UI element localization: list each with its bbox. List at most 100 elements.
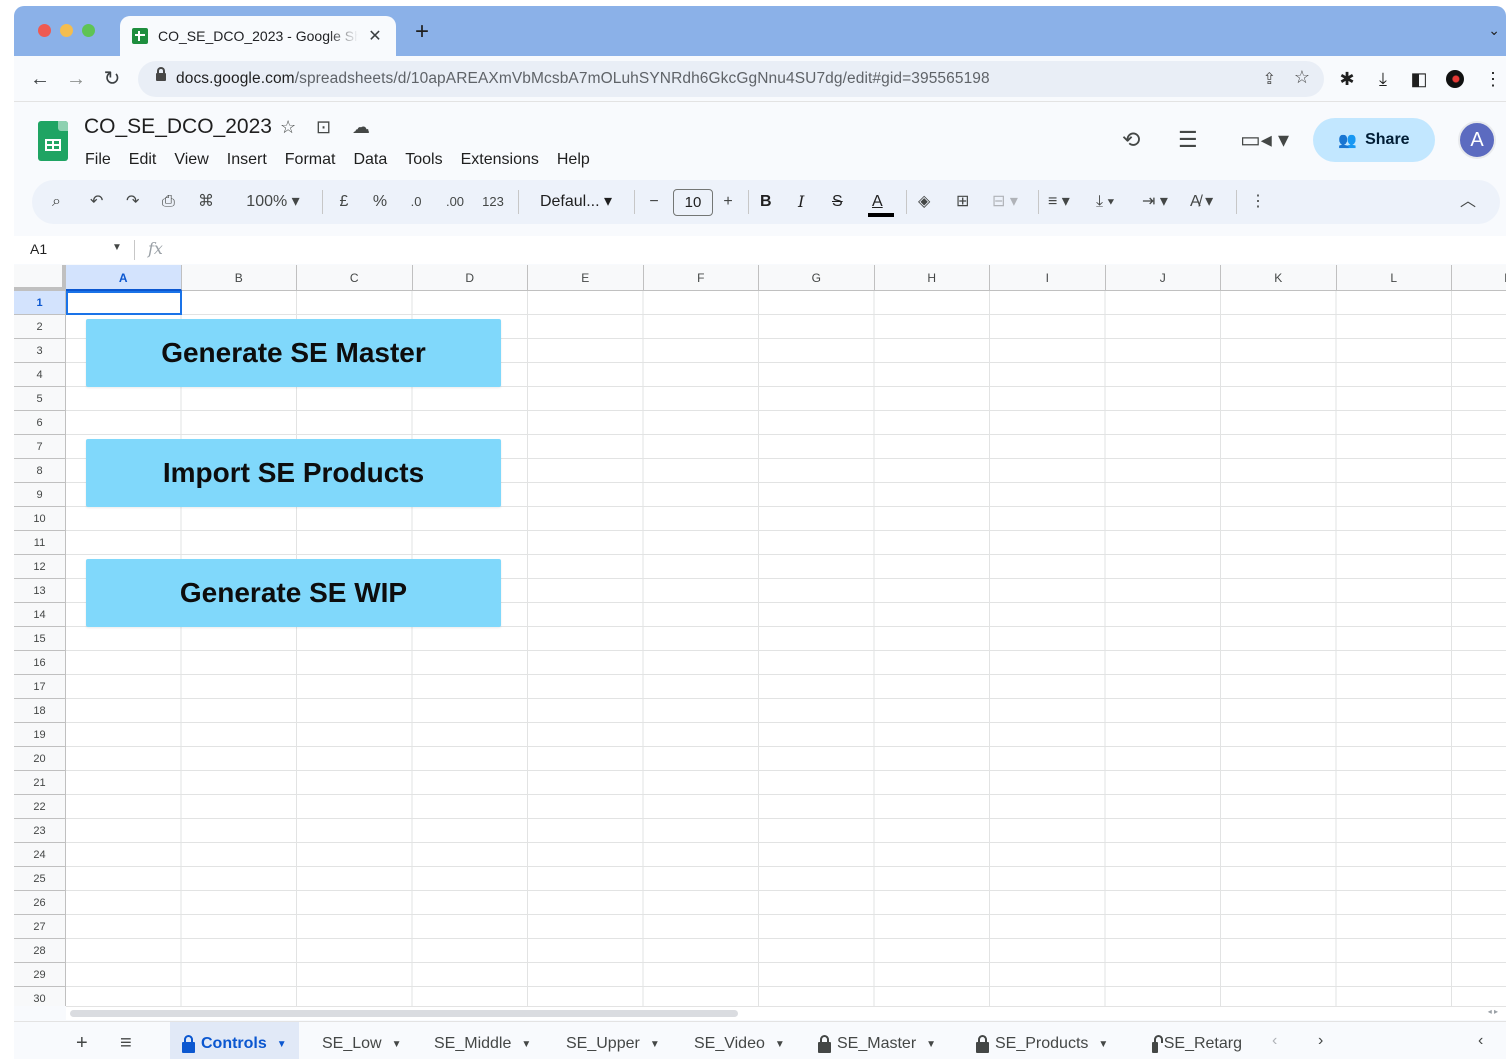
new-tab-button[interactable]: +	[410, 20, 434, 44]
row-header[interactable]: 3	[14, 339, 65, 363]
menu-view[interactable]: View	[165, 149, 217, 171]
redo-icon[interactable]: ↷	[126, 192, 139, 212]
row-header[interactable]: 26	[14, 891, 65, 915]
row-header[interactable]: 29	[14, 963, 65, 987]
menu-edit[interactable]: Edit	[120, 149, 166, 171]
bold-icon[interactable]: B	[760, 192, 772, 212]
menu-help[interactable]: Help	[548, 149, 599, 171]
profile-icon[interactable]	[1446, 70, 1464, 88]
row-header[interactable]: 18	[14, 699, 65, 723]
account-avatar[interactable]: A	[1458, 121, 1496, 159]
row-header[interactable]: 5	[14, 387, 65, 411]
search-icon[interactable]: ⌕	[52, 192, 61, 212]
row-header[interactable]: 11	[14, 531, 65, 555]
menu-tools[interactable]: Tools	[396, 149, 451, 171]
cloud-status-icon[interactable]: ☁	[352, 117, 370, 138]
comments-icon[interactable]: ☰	[1178, 127, 1198, 153]
borders-icon[interactable]: ⊞	[956, 192, 969, 212]
row-header[interactable]: 7	[14, 435, 65, 459]
sheet-tab-se-products[interactable]: SE_Products ▼	[964, 1022, 1120, 1059]
column-header[interactable]: G	[759, 265, 875, 291]
row-header[interactable]: 25	[14, 867, 65, 891]
bookmark-star-icon[interactable]: ☆	[1294, 67, 1310, 88]
sheet-tab-controls[interactable]: Controls ▼	[170, 1022, 299, 1059]
reload-icon[interactable]: ↻	[100, 67, 124, 91]
menu-format[interactable]: Format	[276, 149, 345, 171]
maximize-window-button[interactable]	[82, 24, 95, 37]
sheet-menu-caret-icon[interactable]: ▼	[392, 1039, 402, 1050]
row-header[interactable]: 1	[14, 291, 65, 315]
column-header[interactable]: L	[1337, 265, 1452, 291]
collapse-toolbar-icon[interactable]: ︿	[1460, 192, 1476, 212]
sheet-menu-caret-icon[interactable]: ▼	[775, 1039, 785, 1050]
side-panel-icon[interactable]: ◧	[1408, 68, 1430, 90]
browser-menu-icon[interactable]: ⋮	[1482, 68, 1504, 90]
row-header[interactable]: 16	[14, 651, 65, 675]
row-header[interactable]: 14	[14, 603, 65, 627]
column-header[interactable]: B	[182, 265, 297, 291]
horizontal-scrollbar[interactable]: ◂ ▸	[66, 1006, 1506, 1020]
back-arrow-icon[interactable]: ←	[28, 67, 52, 91]
row-header[interactable]: 28	[14, 939, 65, 963]
menu-insert[interactable]: Insert	[218, 149, 276, 171]
row-header[interactable]: 12	[14, 555, 65, 579]
sheet-tab-se-middle[interactable]: SE_Middle ▼	[422, 1022, 543, 1059]
fill-color-icon[interactable]: ◈	[918, 192, 930, 212]
row-header[interactable]: 8	[14, 459, 65, 483]
meet-camera-icon[interactable]: ▭◂ ▾	[1240, 127, 1289, 153]
column-header[interactable]: D	[413, 265, 528, 291]
row-header[interactable]: 13	[14, 579, 65, 603]
select-all-corner[interactable]	[14, 265, 66, 291]
row-header[interactable]: 4	[14, 363, 65, 387]
column-header[interactable]: I	[990, 265, 1106, 291]
row-header[interactable]: 22	[14, 795, 65, 819]
strikethrough-icon[interactable]: S	[832, 192, 843, 212]
currency-format-button[interactable]: £	[334, 192, 354, 212]
address-bar[interactable]: docs.google.com/spreadsheets/d/10apAREAX…	[138, 61, 1324, 97]
text-wrapping-icon[interactable]: ⇥ ▾	[1142, 192, 1168, 212]
menu-extensions[interactable]: Extensions	[452, 149, 548, 171]
decrease-font-size-icon[interactable]: −	[644, 192, 664, 212]
star-icon[interactable]: ☆	[280, 117, 296, 138]
print-icon[interactable]: ⎙	[162, 192, 175, 212]
minimize-window-button[interactable]	[60, 24, 73, 37]
row-header[interactable]: 27	[14, 915, 65, 939]
sheet-menu-caret-icon[interactable]: ▼	[1098, 1039, 1108, 1050]
add-sheet-icon[interactable]: +	[76, 1032, 88, 1055]
italic-icon[interactable]: I	[798, 192, 804, 212]
move-folder-icon[interactable]: ⊡	[316, 117, 331, 138]
column-header[interactable]: J	[1106, 265, 1221, 291]
close-tab-icon[interactable]: ✕	[366, 26, 384, 46]
close-window-button[interactable]	[38, 24, 51, 37]
column-header[interactable]: H	[875, 265, 990, 291]
number-format-button[interactable]: 123	[478, 192, 508, 212]
increase-decimal-button[interactable]: .00	[440, 192, 470, 212]
sheet-menu-caret-icon[interactable]: ▼	[926, 1039, 936, 1050]
explore-collapse-icon[interactable]: ‹	[1478, 1032, 1483, 1050]
text-color-icon[interactable]: A	[872, 192, 883, 212]
text-rotation-icon[interactable]: A̸ ▾	[1190, 192, 1213, 212]
row-header[interactable]: 10	[14, 507, 65, 531]
column-header[interactable]: F	[644, 265, 759, 291]
all-sheets-icon[interactable]: ≡	[120, 1032, 132, 1055]
row-header[interactable]: 24	[14, 843, 65, 867]
row-header[interactable]: 9	[14, 483, 65, 507]
scroll-tabs-right-icon[interactable]: ›	[1318, 1032, 1323, 1050]
sheets-logo-icon[interactable]	[38, 121, 68, 161]
generate-se-master-button[interactable]: Generate SE Master	[86, 319, 501, 387]
lock-icon[interactable]	[156, 67, 166, 81]
url-text[interactable]: docs.google.com/spreadsheets/d/10apAREAX…	[176, 70, 990, 88]
share-button[interactable]: 👥 Share	[1313, 118, 1435, 162]
font-size-input[interactable]: 10	[673, 189, 713, 216]
selected-cell-outline[interactable]	[66, 291, 182, 315]
name-box-dropdown-icon[interactable]: ▼	[112, 242, 122, 253]
sheet-menu-caret-icon[interactable]: ▼	[277, 1039, 287, 1050]
share-page-icon[interactable]: ⇪	[1263, 69, 1276, 89]
row-header[interactable]: 19	[14, 723, 65, 747]
row-header[interactable]: 21	[14, 771, 65, 795]
row-header[interactable]: 2	[14, 315, 65, 339]
version-history-icon[interactable]: ⟲	[1122, 127, 1140, 153]
column-header[interactable]: E	[528, 265, 644, 291]
row-header[interactable]: 30	[14, 987, 65, 1006]
sheet-tab-se-retarg[interactable]: SE_Retarg	[1140, 1022, 1254, 1059]
